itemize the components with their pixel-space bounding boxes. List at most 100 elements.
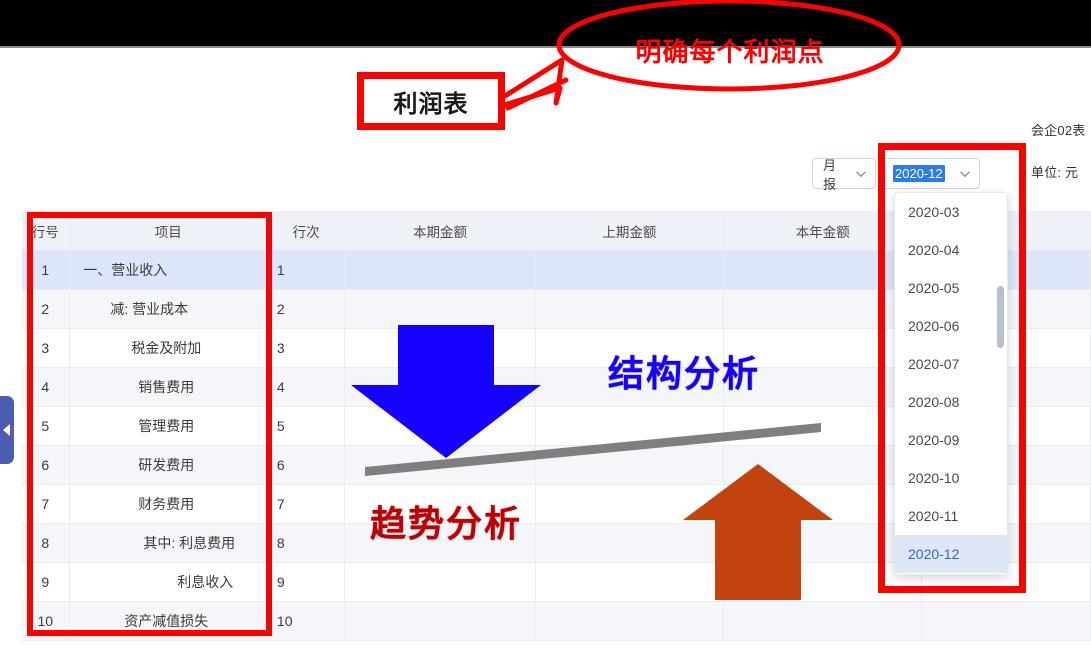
- cell-previous-amount: [536, 290, 725, 328]
- cell-ordinal: 6: [268, 446, 346, 484]
- cell-ytd-amount: [724, 485, 923, 523]
- cell-current-amount: [345, 563, 536, 601]
- cell-ordinal: 3: [268, 329, 346, 367]
- dropdown-option[interactable]: 2020-05: [895, 269, 1007, 307]
- frequency-value: 月报: [823, 157, 837, 192]
- cell-previous-amount: [536, 329, 725, 367]
- dropdown-option[interactable]: 2020-10: [895, 459, 1007, 497]
- cell-previous-amount: [536, 524, 725, 562]
- cell-item-name: 资产减值损失: [70, 602, 268, 640]
- cell-previous-amount: [536, 563, 725, 601]
- dropdown-option[interactable]: 2020-07: [895, 345, 1007, 383]
- cell-item-name: 销售费用: [70, 368, 268, 406]
- item-label: 管理费用: [138, 418, 195, 434]
- cell-row-no: 3: [22, 329, 70, 367]
- item-label: 减: 营业成本: [110, 301, 189, 317]
- dropdown-option[interactable]: 2020-09: [895, 421, 1007, 459]
- cell-previous-amount: [536, 485, 725, 523]
- cell-current-amount: [345, 251, 536, 289]
- frequency-select[interactable]: 月报: [812, 158, 876, 192]
- dropdown-option[interactable]: 2020-12: [895, 535, 1007, 573]
- cell-ordinal: 5: [268, 407, 346, 445]
- form-code-label: 会企02表: [1031, 123, 1086, 138]
- cell-ytd-amount: [724, 329, 923, 367]
- dropdown-option[interactable]: 2020-08: [895, 383, 1007, 421]
- cell-ordinal: 8: [268, 524, 346, 562]
- cell-current-amount: [345, 446, 536, 484]
- item-label: 研发费用: [138, 457, 195, 473]
- cell-current-amount: [345, 524, 536, 562]
- cell-item-name: 一、营业收入: [70, 251, 268, 289]
- cell-row-no: 10: [22, 602, 70, 640]
- cell-item-name: 利息收入: [70, 563, 268, 601]
- dropdown-scrollbar[interactable]: [997, 286, 1004, 348]
- cell-previous-amount: [536, 368, 725, 406]
- col-header-row-no: 行号: [22, 211, 70, 250]
- item-label: 税金及附加: [131, 340, 202, 356]
- item-label: 财务费用: [138, 496, 195, 512]
- item-label: 利息收入: [177, 574, 234, 590]
- cell-ordinal: 10: [268, 602, 346, 640]
- cell-item-name: 研发费用: [70, 446, 268, 484]
- cell-row-no: 8: [22, 524, 70, 562]
- cell-ytd-amount: [724, 563, 923, 601]
- col-header-previous: 上期金额: [536, 211, 725, 250]
- cell-item-name: 管理费用: [70, 407, 268, 445]
- cell-ordinal: 4: [268, 368, 346, 406]
- cell-previous-amount: [536, 602, 725, 640]
- cell-current-amount: [345, 407, 536, 445]
- col-header-ytd: 本年金额: [724, 211, 923, 250]
- cell-ytd-amount: [724, 602, 923, 640]
- item-label: 销售费用: [138, 379, 195, 395]
- cell-current-amount: [345, 329, 536, 367]
- cell-current-amount: [345, 290, 536, 328]
- dropdown-option[interactable]: 2020-06: [895, 307, 1007, 345]
- cell-ytd-amount: [724, 290, 923, 328]
- cell-row-no: 1: [22, 251, 70, 289]
- period-value: 2020-12: [893, 165, 945, 182]
- cell-ordinal: 1: [268, 251, 346, 289]
- cell-row-no: 9: [22, 563, 70, 601]
- cell-ordinal: 7: [268, 485, 346, 523]
- cell-item-name: 减: 营业成本: [70, 290, 268, 328]
- period-selector-bar: 月报 2020-12: [812, 158, 980, 192]
- cell-previous-amount: [536, 446, 725, 484]
- item-label: 资产减值损失: [124, 613, 209, 629]
- unit-label: 单位: 元: [1031, 165, 1079, 180]
- table-row[interactable]: 10 资产减值损失 10: [22, 602, 1091, 641]
- top-black-bar: [0, 0, 1091, 46]
- dropdown-option[interactable]: 2020-03: [895, 193, 1007, 231]
- cell-ytd-amount: [724, 407, 923, 445]
- cell-item-name: 财务费用: [70, 485, 268, 523]
- dropdown-option[interactable]: 2020-04: [895, 231, 1007, 269]
- cell-row-no: 6: [22, 446, 70, 484]
- cell-ordinal: 9: [268, 563, 346, 601]
- chevron-down-icon: [959, 168, 971, 180]
- cell-current-amount: [345, 602, 536, 640]
- cell-item-name: 税金及附加: [70, 329, 268, 367]
- cell-ytd-amount: [724, 446, 923, 484]
- sidebar-collapse-handle[interactable]: [0, 396, 14, 464]
- col-header-current: 本期金额: [345, 211, 536, 250]
- cell-current-amount: [345, 485, 536, 523]
- chevron-left-icon: [3, 424, 10, 436]
- cell-previous-amount: [536, 407, 725, 445]
- item-label: 一、营业收入: [83, 262, 168, 278]
- cell-row-no: 2: [22, 290, 70, 328]
- cell-ytd-amount: [724, 368, 923, 406]
- cell-ordinal: 2: [268, 290, 346, 328]
- cell-ytd-amount: [724, 524, 923, 562]
- cell-extra-amount: [922, 602, 1091, 640]
- cell-current-amount: [345, 368, 536, 406]
- cell-previous-amount: [536, 251, 725, 289]
- chevron-down-icon: [855, 168, 867, 180]
- period-dropdown-panel[interactable]: 2020-03 2020-04 2020-05 2020-06 2020-07 2020-…: [894, 192, 1008, 575]
- period-select[interactable]: 2020-12: [882, 158, 980, 189]
- cell-row-no: 5: [22, 407, 70, 445]
- dropdown-option[interactable]: 2020-11: [895, 497, 1007, 535]
- cell-item-name: 其中: 利息费用: [70, 524, 268, 562]
- item-label: 其中: 利息费用: [143, 535, 236, 551]
- cell-row-no: 7: [22, 485, 70, 523]
- cell-ytd-amount: [724, 251, 923, 289]
- col-header-ordinal: 行次: [268, 211, 346, 250]
